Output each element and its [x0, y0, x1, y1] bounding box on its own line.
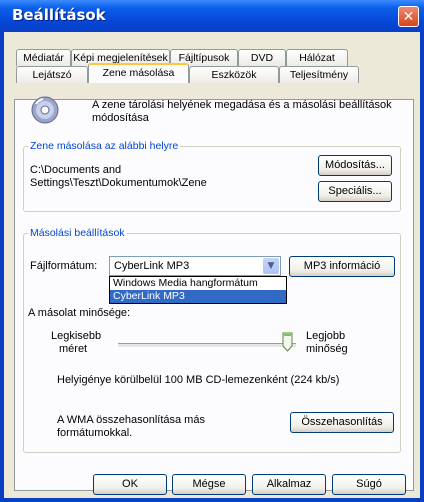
- settings-window: Beállítások ✕ Médiatár Képi megjelenítés…: [0, 0, 424, 502]
- save-path-line1: C:\Documents and: [30, 164, 122, 176]
- tab-mediatar[interactable]: Médiatár: [16, 49, 71, 66]
- tab-halozat[interactable]: Hálózat: [286, 49, 348, 66]
- disk-usage-text: Helyigénye körülbelül 100 MB CD-lemezenk…: [57, 374, 340, 386]
- format-label: Fájlformátum:: [30, 260, 98, 272]
- change-location-button[interactable]: Módosítás...: [318, 155, 392, 176]
- close-icon[interactable]: ✕: [398, 6, 419, 27]
- window-title: Beállítások: [12, 6, 106, 24]
- quality-slider-track[interactable]: [118, 343, 296, 348]
- advanced-button[interactable]: Speciális...: [318, 181, 392, 202]
- compare-button[interactable]: Összehasonlítás: [290, 412, 394, 433]
- help-button[interactable]: Súgó: [332, 474, 406, 495]
- mp3-info-button[interactable]: MP3 információ: [289, 256, 395, 277]
- location-group-title: Zene másolása az alábbi helyre: [28, 140, 181, 152]
- ok-button[interactable]: OK: [93, 474, 167, 495]
- tab-zene-masolasa[interactable]: Zene másolása: [88, 63, 189, 83]
- intro-text-line1: A zene tárolási helyének megadása és a m…: [92, 99, 392, 111]
- tab-eszkozok[interactable]: Eszközök: [189, 66, 279, 83]
- format-select[interactable]: CyberLink MP3 ▼: [109, 256, 281, 276]
- title-bar: Beállítások ✕: [0, 0, 424, 32]
- save-path-line2: Settings\Teszt\Dokumentumok\Zene: [30, 177, 207, 189]
- tab-dvd[interactable]: DVD: [238, 49, 286, 66]
- cd-disc-icon: [31, 96, 59, 124]
- chevron-down-icon[interactable]: ▼: [263, 258, 279, 274]
- best-quality-label-1: Legjobb: [306, 330, 346, 342]
- tab-lejatszo[interactable]: Lejátszó: [16, 66, 88, 83]
- compare-text-line2: formátumokkal.: [57, 427, 133, 439]
- quality-label: A másolat minősége:: [28, 307, 131, 319]
- apply-button[interactable]: Alkalmaz: [252, 474, 326, 495]
- smallest-size-label-2: méret: [59, 343, 88, 355]
- tab-teljesitmeny[interactable]: Teljesítmény: [279, 66, 359, 83]
- slider-thumb-icon[interactable]: [282, 332, 293, 352]
- best-quality-label-2: minőség: [306, 343, 348, 355]
- smallest-size-label-1: Legkisebb: [51, 330, 102, 342]
- format-option-cyberlink-mp3[interactable]: CyberLink MP3: [110, 290, 286, 303]
- compare-text-line1: A WMA összehasonlítása más: [57, 414, 205, 426]
- cancel-button[interactable]: Mégse: [172, 474, 246, 495]
- format-select-value: CyberLink MP3: [114, 260, 190, 272]
- copy-settings-title: Másolási beállítások: [28, 227, 127, 239]
- intro-text-line2: módosítása: [92, 112, 149, 124]
- format-dropdown-list: Windows Media hangformátum CyberLink MP3: [109, 276, 287, 304]
- format-option-wma[interactable]: Windows Media hangformátum: [110, 277, 286, 290]
